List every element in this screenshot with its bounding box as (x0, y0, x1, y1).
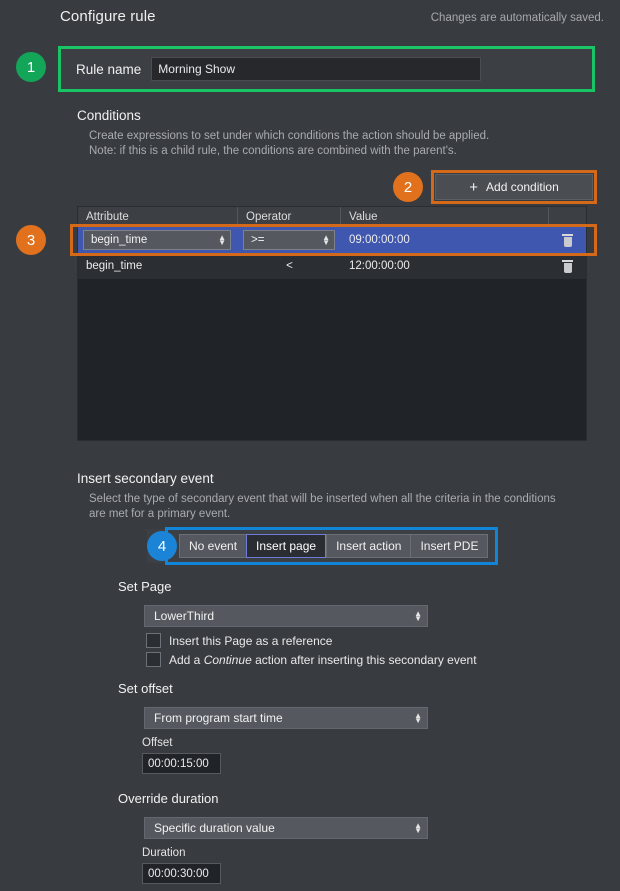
set-page-select-value: LowerThird (154, 609, 414, 623)
tab-insert-pde[interactable]: Insert PDE (410, 534, 488, 558)
column-header-operator: Operator (238, 207, 341, 226)
conditions-description-1: Create expressions to set under which co… (89, 129, 489, 144)
autosave-note: Changes are automatically saved. (431, 12, 604, 24)
secondary-event-description-1: Select the type of secondary event that … (89, 492, 556, 507)
plus-icon: + (469, 180, 478, 195)
tab-no-event[interactable]: No event (179, 534, 246, 558)
condition-attribute-cell[interactable]: begin_time (78, 253, 238, 279)
conditions-description-2: Note: if this is a child rule, the condi… (89, 144, 457, 159)
delete-condition-button[interactable] (549, 253, 586, 279)
set-page-select[interactable]: LowerThird ▲▼ (144, 605, 428, 627)
offset-label: Offset (142, 737, 172, 749)
checkbox-label-italic: Continue (204, 653, 252, 667)
checkbox-box[interactable] (146, 633, 161, 648)
spinner-icon: ▲▼ (414, 713, 422, 723)
override-duration-select[interactable]: Specific duration value ▲▼ (144, 817, 428, 839)
column-header-actions (549, 207, 586, 226)
override-duration-title: Override duration (118, 791, 218, 806)
delete-condition-button[interactable] (549, 227, 586, 253)
override-duration-select-value: Specific duration value (154, 821, 414, 835)
tab-insert-action[interactable]: Insert action (326, 534, 410, 558)
conditions-table-header: Attribute Operator Value (78, 207, 586, 227)
callout-badge-4: 4 (147, 531, 177, 561)
conditions-title: Conditions (77, 108, 141, 123)
page-title: Configure rule (60, 8, 156, 25)
callout-badge-1: 1 (16, 52, 46, 82)
secondary-event-title: Insert secondary event (77, 471, 214, 486)
tab-insert-page[interactable]: Insert page (246, 534, 326, 558)
table-row[interactable]: begin_time ▲▼ >= ▲▼ 09:00:00:00 (78, 227, 586, 253)
spinner-icon: ▲▼ (322, 235, 330, 245)
condition-attribute-select[interactable]: begin_time ▲▼ (83, 230, 231, 250)
condition-value-cell[interactable]: 12:00:00:00 (341, 253, 549, 279)
conditions-table: Attribute Operator Value begin_time ▲▼ >… (77, 206, 587, 441)
checkbox-add-continue-action[interactable]: Add a Continue action after inserting th… (146, 652, 477, 667)
checkbox-label: Add a Continue action after inserting th… (169, 653, 477, 667)
secondary-event-description-2: are met for a primary event. (89, 507, 230, 522)
callout-badge-3: 3 (16, 225, 46, 255)
offset-input[interactable] (142, 753, 221, 774)
condition-operator-value: >= (251, 234, 322, 246)
set-offset-select-value: From program start time (154, 711, 414, 725)
condition-attribute-cell[interactable]: begin_time ▲▼ (78, 227, 238, 253)
trash-icon (562, 260, 573, 273)
column-header-attribute: Attribute (78, 207, 238, 226)
spinner-icon: ▲▼ (218, 235, 226, 245)
condition-attribute-value: begin_time (91, 234, 218, 246)
checkbox-label-prefix: Add a (169, 653, 204, 667)
checkbox-label: Insert this Page as a reference (169, 634, 332, 648)
checkbox-label-suffix: action after inserting this secondary ev… (252, 653, 477, 667)
set-page-title: Set Page (118, 579, 172, 594)
table-row[interactable]: begin_time < 12:00:00:00 (78, 253, 586, 279)
spinner-icon: ▲▼ (414, 611, 422, 621)
set-offset-select[interactable]: From program start time ▲▼ (144, 707, 428, 729)
condition-operator-select[interactable]: >= ▲▼ (243, 230, 335, 250)
duration-label: Duration (142, 847, 185, 859)
trash-icon (562, 234, 573, 247)
rule-name-input[interactable] (151, 57, 481, 81)
checkbox-box[interactable] (146, 652, 161, 667)
callout-badge-2: 2 (393, 172, 423, 202)
condition-operator-cell[interactable]: < (238, 253, 341, 279)
duration-input[interactable] (142, 863, 221, 884)
secondary-event-type-group: No event Insert page Insert action Inser… (147, 529, 497, 563)
rule-name-row: Rule name (60, 48, 593, 90)
condition-value-cell[interactable]: 09:00:00:00 (341, 227, 549, 253)
spinner-icon: ▲▼ (414, 823, 422, 833)
column-header-value: Value (341, 207, 549, 226)
configure-rule-panel: Configure rule Changes are automatically… (0, 0, 620, 891)
set-offset-title: Set offset (118, 681, 173, 696)
add-condition-label: Add condition (486, 180, 559, 194)
checkbox-insert-page-as-reference[interactable]: Insert this Page as a reference (146, 633, 332, 648)
add-condition-button[interactable]: + Add condition (435, 174, 593, 200)
rule-name-label: Rule name (76, 62, 141, 77)
condition-operator-cell[interactable]: >= ▲▼ (238, 227, 341, 253)
